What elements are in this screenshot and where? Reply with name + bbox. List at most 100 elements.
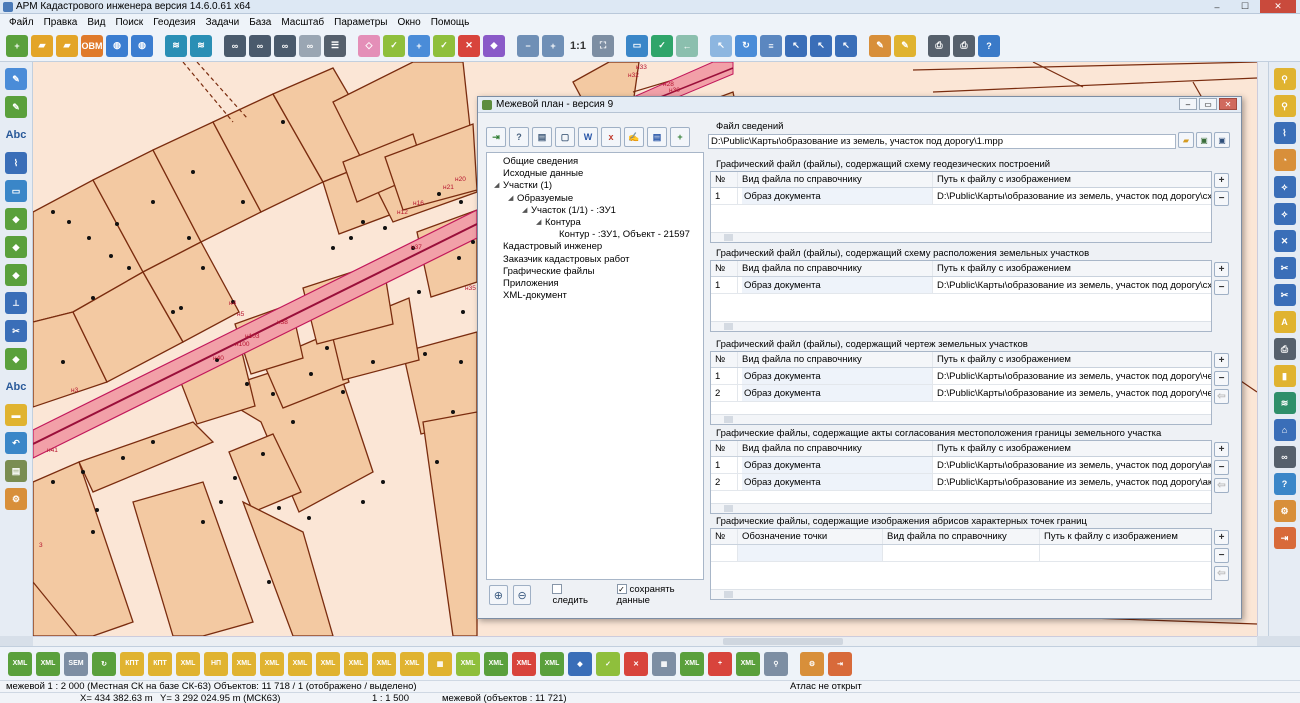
open-obm-button[interactable]: OBM (81, 34, 103, 57)
horizontal-scrollbar[interactable] (33, 636, 1257, 646)
column-header[interactable]: № (711, 441, 738, 456)
table-cell[interactable] (883, 545, 1040, 561)
file-type-cell[interactable]: Образ документа (742, 188, 932, 204)
add-row-button[interactable]: + (1214, 262, 1229, 277)
dialog-restore-button[interactable]: ▭ (1199, 98, 1217, 110)
tree-item[interactable]: Кадастровый инженер (491, 241, 699, 253)
column-header[interactable]: Вид файла по справочнику (738, 172, 933, 187)
undo-arrow-icon[interactable]: ↶ (5, 432, 27, 454)
palette-icon[interactable]: ✎ (869, 34, 891, 57)
xml-green3-button[interactable]: XML (540, 651, 564, 676)
table-row[interactable] (711, 545, 1211, 562)
intersect-icon[interactable]: ✕ (1273, 230, 1296, 252)
check-point-icon[interactable]: ◆ (5, 264, 27, 286)
layers-icon[interactable]: ≋ (165, 34, 187, 57)
bottom-gear-icon[interactable]: ⚙ (800, 651, 824, 676)
abc-label-icon[interactable]: A (1273, 311, 1296, 333)
grid-view-icon[interactable]: ▦ (652, 651, 676, 676)
kpt-word-button[interactable]: КПТ (148, 651, 172, 676)
table-cell[interactable]: Образ документа (738, 368, 933, 384)
new-file-icon[interactable]: + (6, 34, 28, 57)
document-icon[interactable]: ▤ (532, 127, 552, 147)
table-row[interactable]: 2 Образ документа D:\Public\Карты\образова… (711, 474, 1211, 491)
dialog-minimize-button[interactable]: – (1179, 98, 1197, 110)
measure-area-icon[interactable]: ⚲ (1273, 95, 1296, 117)
signature-icon[interactable]: ✍ (624, 127, 644, 147)
file-path-field[interactable]: D:\Public\Карты\образование из земель, у… (708, 134, 1176, 149)
open-folder-icon[interactable]: ▰ (31, 34, 53, 57)
plan-grid-icon[interactable]: ▦ (428, 651, 452, 676)
help-right-icon[interactable]: ? (1273, 473, 1296, 495)
remove-row-button[interactable]: − (1214, 191, 1229, 206)
xml-red-button[interactable]: XML (512, 651, 536, 676)
menu-window[interactable]: Окно (392, 17, 425, 28)
bottom-exit-icon[interactable]: ⇥ (828, 651, 852, 676)
remove-row-button[interactable]: − (1214, 371, 1229, 386)
select-area-icon[interactable]: ↖ (810, 34, 832, 57)
table-cell[interactable]: D:\Public\Карты\образование из земель, у… (933, 188, 1211, 204)
add-vertex-icon[interactable]: ◆ (5, 348, 27, 370)
protractor-icon[interactable]: ◔ (1273, 149, 1296, 171)
close-button[interactable]: ✕ (1260, 0, 1296, 13)
menu-edit[interactable]: Правка (39, 17, 83, 28)
split-line-icon[interactable]: ⟂ (5, 292, 27, 314)
add-row-button[interactable]: + (1214, 173, 1229, 188)
xml-import-button[interactable]: XML (8, 651, 32, 676)
column-header[interactable]: Вид файла по справочнику (883, 529, 1040, 544)
scissors-icon[interactable]: ✂ (5, 320, 27, 342)
refresh-icon[interactable]: ↻ (92, 651, 116, 676)
tree-item[interactable]: Исходные данные (491, 168, 699, 180)
text-tool-bottom[interactable]: Abc (5, 376, 27, 398)
plan-button[interactable]: XML (288, 651, 312, 676)
column-header[interactable]: Вид файла по справочнику (738, 441, 933, 456)
text-tool-top[interactable]: Abc (5, 124, 27, 146)
minimize-button[interactable]: – (1204, 0, 1230, 13)
compass-icon[interactable]: ⟡ (1273, 176, 1296, 198)
object-list-icon[interactable]: ▤ (5, 460, 27, 482)
vertical-scrollbar[interactable] (1257, 62, 1268, 636)
tree-item[interactable]: ◢ Контура (491, 217, 699, 229)
apply-check-icon[interactable]: ✓ (651, 34, 673, 57)
menu-help[interactable]: Помощь (426, 17, 475, 28)
maximize-button[interactable]: ☐ (1232, 0, 1258, 13)
table-row[interactable]: 2 Образ документа D:\Public\Карты\образова… (711, 385, 1211, 402)
xml-open-button[interactable]: XML (36, 651, 60, 676)
menu-tasks[interactable]: Задачи (201, 17, 245, 28)
tree-item[interactable]: Общие сведения (491, 156, 699, 168)
zoom-in-icon[interactable]: + (542, 34, 564, 57)
table-row[interactable]: 1 Образ документа D:\Public\Карты\образова… (711, 457, 1211, 474)
column-header[interactable]: Вид файла по справочнику (738, 352, 933, 367)
check-object-icon[interactable]: ✓ (383, 34, 405, 57)
tree-item[interactable]: ◢ Участок (1/1) - :ЗУ1 (491, 205, 699, 217)
binoculars-icon[interactable]: ∞ (224, 34, 246, 57)
table-cell[interactable]: 1 (711, 277, 738, 293)
add-red-icon[interactable]: + (708, 651, 732, 676)
reject-icon[interactable]: ✕ (624, 651, 648, 676)
exit-icon[interactable]: ⇥ (486, 127, 506, 147)
trace-icon[interactable]: ⌇ (1273, 122, 1296, 144)
kpt-xml-button[interactable]: XML (176, 651, 200, 676)
import-icon[interactable]: ◍ (131, 34, 153, 57)
column-header[interactable]: Путь к файлу с изображением (1040, 529, 1211, 544)
layer-settings-icon[interactable]: ≋ (190, 34, 212, 57)
add-object-icon[interactable]: + (408, 34, 430, 57)
menu-scale[interactable]: Масштаб (276, 17, 329, 28)
follow-checkbox-wrap[interactable]: следить (552, 584, 597, 606)
tree-item[interactable]: ◢ Участки (1) (491, 180, 699, 192)
pdf-export-icon[interactable]: ▤ (647, 127, 667, 147)
save-checkbox-wrap[interactable]: ✓ сохранять данные (616, 584, 704, 606)
exit-door-icon[interactable]: ⇥ (1273, 527, 1296, 549)
table-cell[interactable]: D:\Public\Карты\образование из земель, у… (933, 457, 1211, 473)
help-icon[interactable]: ? (509, 127, 529, 147)
measure-icon[interactable]: ⚲ (1273, 68, 1296, 90)
ruler-icon[interactable]: ▬ (5, 404, 27, 426)
xml-doc-button[interactable]: XML (680, 651, 704, 676)
table-cell[interactable]: D:\Public\Карты\образование из земель, у… (933, 368, 1211, 384)
table-cell[interactable]: Образ документа (738, 457, 933, 473)
rectangle-icon[interactable]: ▭ (5, 180, 27, 202)
column-header[interactable]: Путь к файлу с изображением (933, 172, 1211, 187)
binoculars-right-icon[interactable]: ∞ (1273, 446, 1296, 468)
printer-icon[interactable]: ⎙ (1273, 338, 1296, 360)
tree-item[interactable]: Приложения (491, 278, 699, 290)
confirm-object-icon[interactable]: ✓ (433, 34, 455, 57)
